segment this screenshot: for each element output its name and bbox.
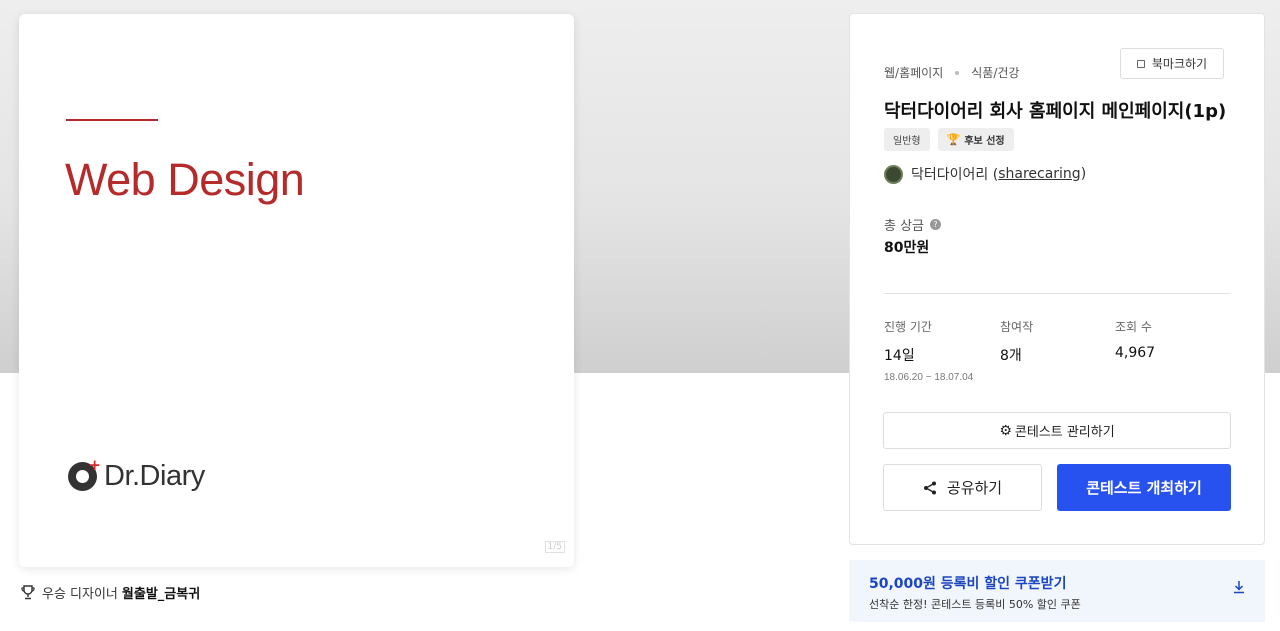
preview-headline: Web Design — [65, 154, 305, 205]
host-close: ) — [1080, 166, 1087, 182]
brand-logo: + Dr.Diary — [68, 456, 205, 493]
period-dates: 18.06.20 ~ 18.07.04 — [884, 372, 974, 383]
brand-name: Dr.Diary — [104, 460, 205, 492]
contest-title: 닥터다이어리 회사 홈페이지 메인페이지(1p) — [884, 101, 1227, 122]
host-avatar — [884, 164, 903, 184]
help-icon[interactable]: ? — [930, 219, 942, 230]
coupon-title: 50,000원 등록비 할인 쿠폰받기 — [869, 576, 1067, 592]
manage-contest-button[interactable]: ⚙ 콘테스트 관리하기 — [883, 412, 1231, 449]
coupon-subtitle: 선착순 한정! 콘테스트 등록비 50% 할인 쿠폰 — [869, 598, 1081, 611]
category-sub[interactable]: 식품/건강 — [971, 64, 1019, 81]
host-info[interactable]: 닥터다이어리 ( sharecaring ) — [884, 164, 1086, 184]
views-label: 조회 수 — [1115, 320, 1152, 334]
tag-type: 일반형 — [884, 128, 930, 151]
winner-name[interactable]: 월출발_금복귀 — [122, 583, 200, 602]
download-icon[interactable] — [1233, 580, 1245, 594]
views-value: 4,967 — [1115, 345, 1156, 361]
page-indicator: 1/5 — [544, 541, 565, 553]
trophy-icon: 🏆 — [946, 133, 961, 146]
winner-designer: 우승 디자이너 월출발_금복귀 — [20, 583, 200, 602]
stat-period: 진행 기간 14일 18.06.20 ~ 18.07.04 — [884, 318, 973, 383]
bookmark-label: 북마크하기 — [1151, 57, 1208, 71]
gear-icon: ⚙ — [999, 422, 1012, 439]
host-handle[interactable]: sharecaring — [998, 166, 1081, 182]
prize-value: 80만원 — [884, 240, 930, 256]
winner-label: 우승 디자이너 — [42, 587, 118, 602]
prize-label: 총 상금 ? — [884, 215, 942, 234]
share-icon — [923, 481, 936, 494]
stat-entries: 참여작 8개 — [1000, 318, 1033, 365]
entries-label: 참여작 — [1000, 320, 1034, 334]
preview-red-rule — [66, 119, 158, 121]
bookmark-icon — [1136, 59, 1145, 68]
stat-views: 조회 수 4,967 — [1115, 318, 1155, 361]
contest-info-panel: 웹/홈페이지 식품/건강 북마크하기 닥터다이어리 회사 홈페이지 메인페이지(… — [849, 13, 1265, 545]
host-contest-button[interactable]: 콘테스트 개최하기 — [1057, 464, 1231, 511]
entries-value: 8개 — [1000, 348, 1022, 364]
trophy-icon — [21, 585, 35, 600]
category-main[interactable]: 웹/홈페이지 — [884, 64, 943, 81]
coupon-banner[interactable]: 50,000원 등록비 할인 쿠폰받기 선착순 한정! 콘테스트 등록비 50%… — [849, 560, 1265, 622]
tag-candidate: 🏆 후보 선정 — [937, 128, 1014, 151]
host-contest-label: 콘테스트 개최하기 — [1086, 479, 1202, 497]
contest-tags: 일반형 🏆 후보 선정 — [884, 128, 1014, 151]
category-breadcrumb: 웹/홈페이지 식품/건강 — [884, 64, 1019, 81]
share-label: 공유하기 — [946, 479, 1003, 497]
period-value: 14일 — [884, 348, 915, 364]
separator-dot — [955, 70, 960, 75]
manage-label: 콘테스트 관리하기 — [1014, 425, 1115, 440]
share-button[interactable]: 공유하기 — [883, 464, 1042, 511]
host-name: 닥터다이어리 ( — [911, 167, 999, 183]
bookmark-button[interactable]: 북마크하기 — [1120, 48, 1224, 79]
divider — [884, 293, 1231, 294]
dr-diary-logo-icon: + — [68, 456, 101, 491]
period-label: 진행 기간 — [884, 320, 932, 334]
design-preview-card[interactable]: Web Design + Dr.Diary 1/5 — [19, 14, 574, 567]
